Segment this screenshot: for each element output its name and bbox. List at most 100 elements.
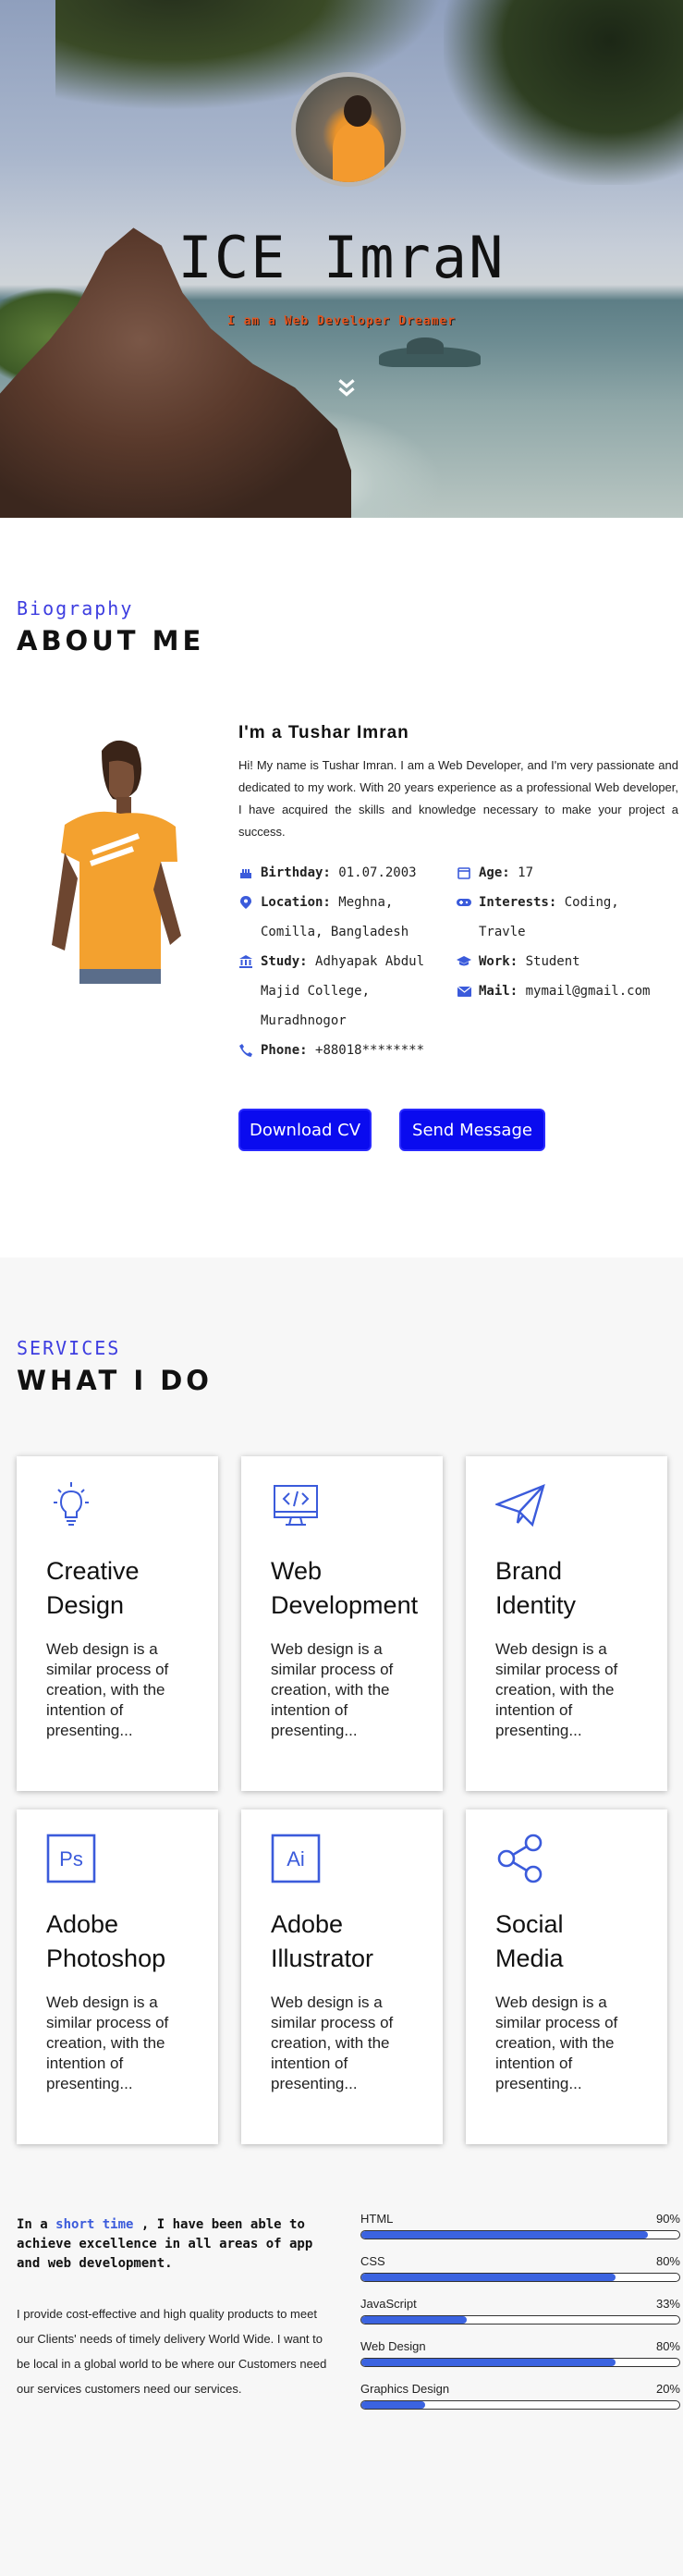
birthday-cake-icon <box>238 858 253 888</box>
skill-label: Web Design <box>360 2339 426 2353</box>
skill-web-design: Web Design 80% <box>360 2339 680 2382</box>
fact-birthday: Birthday: 01.07.2003 <box>238 858 417 888</box>
hero-island-peak <box>407 337 444 354</box>
illustrator-icon: Ai <box>271 1834 321 1883</box>
skill-progress-fill <box>361 2274 616 2281</box>
service-card-brand-identity[interactable]: Brand Identity Web design is a similar pr… <box>466 1456 667 1791</box>
service-title: Adobe Illustrator <box>271 1910 374 1972</box>
skill-label: HTML <box>360 2212 394 2226</box>
skill-progress-fill <box>361 2231 648 2239</box>
about-heading: Biography ABOUT ME <box>17 597 204 656</box>
services-heading: SERVICES WHAT I DO <box>17 1337 213 1396</box>
service-description: Web design is a similar process of creat… <box>46 1993 169 2092</box>
skill-percent: 90% <box>655 2212 680 2226</box>
paper-plane-icon <box>494 1483 545 1527</box>
fact-label: Study: <box>261 954 308 969</box>
hero-title: ICE ImraN <box>177 224 506 291</box>
service-card-adobe-illustrator[interactable]: Ai Adobe Illustrator Web design is a simi… <box>241 1809 443 2144</box>
about-bio: Hi! My name is Tushar Imran. I am a Web … <box>238 758 678 839</box>
fact-label: Birthday: <box>261 865 331 880</box>
fact-age: Age: 17 <box>457 858 533 888</box>
skill-progress-bar <box>360 2400 680 2410</box>
about-facts: Birthday: 01.07.2003 Age: 17 Location: M… <box>238 858 678 1089</box>
fact-value: 17 <box>518 865 534 880</box>
fact-label: Mail: <box>479 984 518 999</box>
university-icon <box>238 947 253 976</box>
fact-value: Majid College, <box>261 984 371 999</box>
service-title: Social Media <box>495 1910 564 1972</box>
fact-label: Phone: <box>261 1043 308 1058</box>
service-card-social-media[interactable]: Social Media Web design is a similar pro… <box>466 1809 667 2144</box>
fact-value: +88018******** <box>315 1043 425 1058</box>
fact-study-line2: Majid College, <box>261 976 370 1006</box>
fact-label: Age: <box>479 865 510 880</box>
service-card-adobe-photoshop[interactable]: Ps Adobe Photoshop Web design is a simila… <box>17 1809 218 2144</box>
fact-value: Adhyapak Abdul <box>315 954 425 969</box>
skill-progress-bar <box>360 2358 680 2367</box>
photoshop-icon: Ps <box>46 1834 96 1883</box>
hero-subtitle: I am a Web Developer Dreamer <box>226 314 457 328</box>
skills-highlight: short time <box>55 2217 134 2232</box>
avatar <box>291 72 406 187</box>
fact-location-line2: Comilla, Bangladesh <box>261 917 409 947</box>
about-info: I'm a Tushar Imran Hi! My name is Tushar… <box>238 723 678 1089</box>
envelope-icon <box>457 976 471 1006</box>
download-cv-button[interactable]: Download CV <box>238 1109 372 1151</box>
chevron-double-down-icon[interactable] <box>335 375 359 399</box>
calendar-icon <box>457 858 471 888</box>
fact-value: Travle <box>479 925 526 939</box>
service-title: Adobe Photoshop <box>46 1910 166 1972</box>
skill-progress-fill <box>361 2401 425 2409</box>
fact-interests-line2: Travle <box>479 917 526 947</box>
fact-location: Location: Meghna, <box>238 888 393 917</box>
service-title: Creative Design <box>46 1557 140 1619</box>
fact-phone: Phone: +88018******** <box>238 1036 424 1065</box>
service-card-creative-design[interactable]: Creative Design Web design is a similar p… <box>17 1456 218 1791</box>
about-section: Biography ABOUT ME I'm a Tushar Imran Hi… <box>0 518 683 1257</box>
section-label: SERVICES <box>17 1337 121 1359</box>
fact-mail: Mail: mymail@gmail.com <box>457 976 650 1006</box>
service-description: Web design is a similar process of creat… <box>495 1993 618 2092</box>
fact-value: mymail@gmail.com <box>525 984 651 999</box>
skill-progress-fill <box>361 2316 467 2324</box>
skill-progress-bar <box>360 2230 680 2239</box>
code-monitor-icon <box>274 1485 318 1526</box>
fact-value: 01.07.2003 <box>338 865 417 880</box>
skill-percent: 20% <box>655 2382 680 2396</box>
skill-percent: 80% <box>655 2339 680 2353</box>
phone-icon <box>238 1036 253 1065</box>
fact-value: Student <box>525 954 580 969</box>
hero-leaves-right <box>444 0 683 185</box>
svg-text:Ps: Ps <box>59 1847 83 1871</box>
skill-javascript: JavaScript 33% <box>360 2297 680 2339</box>
fact-interests: Interests: Coding, <box>457 888 619 917</box>
skill-progress-bar <box>360 2315 680 2325</box>
skills-intro: In a short time , I have been able to ac… <box>17 2215 336 2401</box>
fact-study-line3: Muradhnogor <box>261 1006 347 1036</box>
service-card-web-development[interactable]: Web Development Web design is a similar p… <box>241 1456 443 1791</box>
skill-progress-fill <box>361 2359 616 2366</box>
profile-photo <box>37 714 194 984</box>
fact-value: Comilla, Bangladesh <box>261 925 409 939</box>
avatar-body <box>333 123 384 182</box>
fact-label: Work: <box>479 954 518 969</box>
service-description: Web design is a similar process of creat… <box>271 1993 394 2092</box>
skills-lead: In a short time , I have been able to ac… <box>17 2217 313 2271</box>
fact-study: Study: Adhyapak Abdul <box>238 947 424 976</box>
section-title: WHAT I DO <box>17 1365 213 1396</box>
section-title: ABOUT ME <box>17 625 205 656</box>
skills-paragraph: I provide cost-effective and high qualit… <box>17 2307 327 2396</box>
skill-graphics-design: Graphics Design 20% <box>360 2382 680 2424</box>
skill-percent: 33% <box>655 2297 680 2311</box>
fact-label: Interests: <box>479 895 557 910</box>
share-icon <box>497 1834 543 1883</box>
fact-value: Meghna, <box>338 895 394 910</box>
about-name: I'm a Tushar Imran <box>238 723 409 742</box>
fact-work: Work: Student <box>457 947 580 976</box>
svg-text:Ai: Ai <box>287 1847 305 1871</box>
section-label: Biography <box>17 597 134 619</box>
skill-css: CSS 80% <box>360 2254 680 2297</box>
service-description: Web design is a similar process of creat… <box>271 1640 394 1739</box>
send-message-button[interactable]: Send Message <box>399 1109 545 1151</box>
fact-value: Muradhnogor <box>261 1013 347 1028</box>
